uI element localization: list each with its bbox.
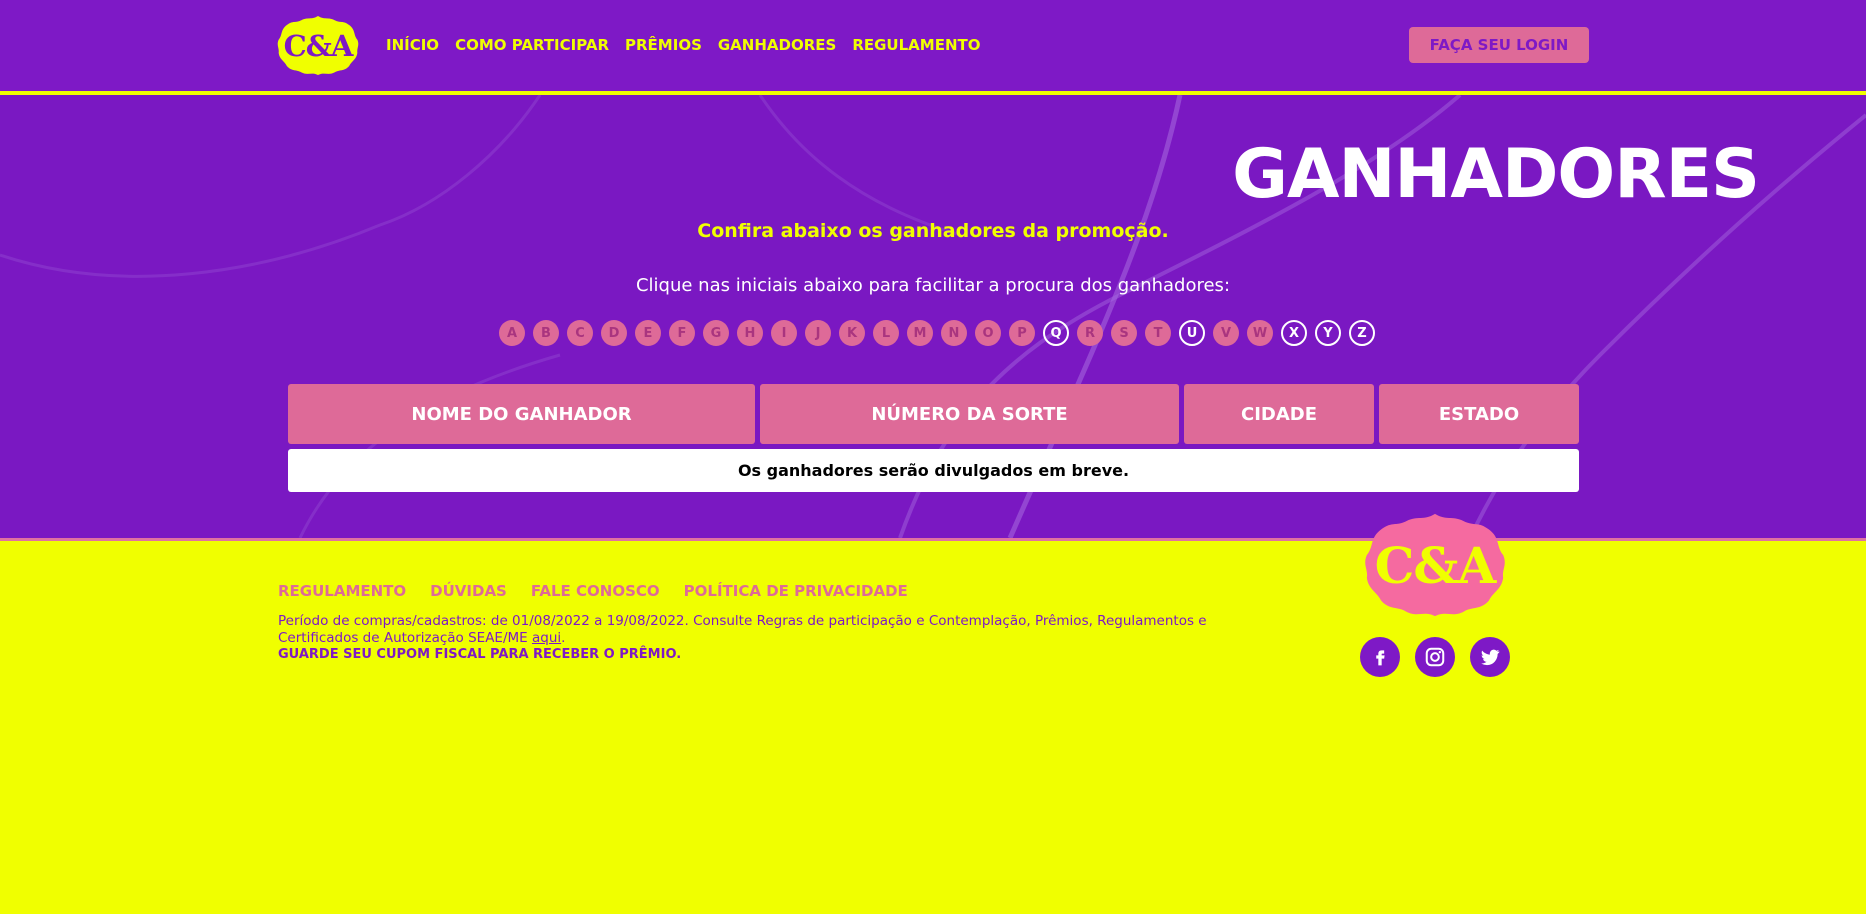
letter-filter-m[interactable]: M — [907, 320, 933, 346]
main-nav: INÍCIO COMO PARTICIPAR PRÊMIOS GANHADORE… — [386, 36, 981, 54]
letter-filter-o[interactable]: O — [975, 320, 1001, 346]
letter-filter-x[interactable]: X — [1281, 320, 1307, 346]
brand-logo[interactable]: C&A — [277, 15, 359, 76]
letter-filter-r[interactable]: R — [1077, 320, 1103, 346]
nav-como-participar[interactable]: COMO PARTICIPAR — [455, 36, 609, 54]
letter-filter-n[interactable]: N — [941, 320, 967, 346]
instruction-text: Clique nas iniciais abaixo para facilita… — [635, 275, 1231, 296]
letter-filter-w[interactable]: W — [1247, 320, 1273, 346]
letter-filter-b[interactable]: B — [533, 320, 559, 346]
footer-brand-logo: C&A — [1364, 511, 1506, 619]
login-button[interactable]: FAÇA SEU LOGIN — [1409, 27, 1589, 63]
letter-filter-s[interactable]: S — [1111, 320, 1137, 346]
instagram-icon[interactable] — [1415, 637, 1455, 677]
header: C&A INÍCIO COMO PARTICIPAR PRÊMIOS GANHA… — [0, 0, 1866, 95]
footer-link-regulamento[interactable]: REGULAMENTO — [278, 582, 406, 600]
social-links — [1360, 637, 1510, 677]
empty-message-row: Os ganhadores serão divulgados em breve. — [288, 449, 1579, 492]
letter-filter-u[interactable]: U — [1179, 320, 1205, 346]
letter-filter-z[interactable]: Z — [1349, 320, 1375, 346]
footer-link-fale-conosco[interactable]: FALE CONOSCO — [531, 582, 660, 600]
footer-link-privacidade[interactable]: POLÍTICA DE PRIVACIDADE — [684, 582, 908, 600]
footer-nav: REGULAMENTO DÚVIDAS FALE CONOSCO POLÍTIC… — [278, 582, 908, 600]
letter-filter-j[interactable]: J — [805, 320, 831, 346]
column-header-estado: ESTADO — [1379, 384, 1579, 444]
column-header-numero: NÚMERO DA SORTE — [760, 384, 1179, 444]
letter-filter-p[interactable]: P — [1009, 320, 1035, 346]
legal-notice: GUARDE SEU CUPOM FISCAL PARA RECEBER O P… — [278, 647, 682, 662]
subtitle: Confira abaixo os ganhadores da promoção… — [697, 220, 1169, 242]
twitter-icon[interactable] — [1470, 637, 1510, 677]
nav-premios[interactable]: PRÊMIOS — [625, 36, 702, 54]
facebook-icon[interactable] — [1360, 637, 1400, 677]
letter-filter-q[interactable]: Q — [1043, 320, 1069, 346]
letter-filter-a[interactable]: A — [499, 320, 525, 346]
footer-divider — [0, 538, 1866, 541]
winners-table: NOME DO GANHADOR NÚMERO DA SORTE CIDADE … — [288, 384, 1579, 492]
letter-filter-v[interactable]: V — [1213, 320, 1239, 346]
letter-filter-g[interactable]: G — [703, 320, 729, 346]
letter-filter: ABCDEFGHIJKLMNOPQRSTUVWXYZ — [499, 320, 1375, 346]
letter-filter-i[interactable]: I — [771, 320, 797, 346]
column-header-cidade: CIDADE — [1184, 384, 1374, 444]
legal-text: Período de compras/cadastros: de 01/08/2… — [278, 613, 1207, 646]
letter-filter-y[interactable]: Y — [1315, 320, 1341, 346]
letter-filter-h[interactable]: H — [737, 320, 763, 346]
page-title: GANHADORES — [1232, 135, 1760, 214]
letter-filter-d[interactable]: D — [601, 320, 627, 346]
letter-filter-k[interactable]: K — [839, 320, 865, 346]
footer-link-duvidas[interactable]: DÚVIDAS — [430, 582, 507, 600]
nav-regulamento[interactable]: REGULAMENTO — [852, 36, 980, 54]
legal-link[interactable]: aqui — [532, 630, 561, 646]
nav-ganhadores[interactable]: GANHADORES — [718, 36, 836, 54]
column-header-nome: NOME DO GANHADOR — [288, 384, 755, 444]
nav-inicio[interactable]: INÍCIO — [386, 36, 439, 54]
letter-filter-f[interactable]: F — [669, 320, 695, 346]
letter-filter-l[interactable]: L — [873, 320, 899, 346]
hero-section: GANHADORES Confira abaixo os ganhadores … — [0, 95, 1866, 538]
letter-filter-e[interactable]: E — [635, 320, 661, 346]
table-header: NOME DO GANHADOR NÚMERO DA SORTE CIDADE … — [288, 384, 1579, 444]
letter-filter-c[interactable]: C — [567, 320, 593, 346]
letter-filter-t[interactable]: T — [1145, 320, 1171, 346]
